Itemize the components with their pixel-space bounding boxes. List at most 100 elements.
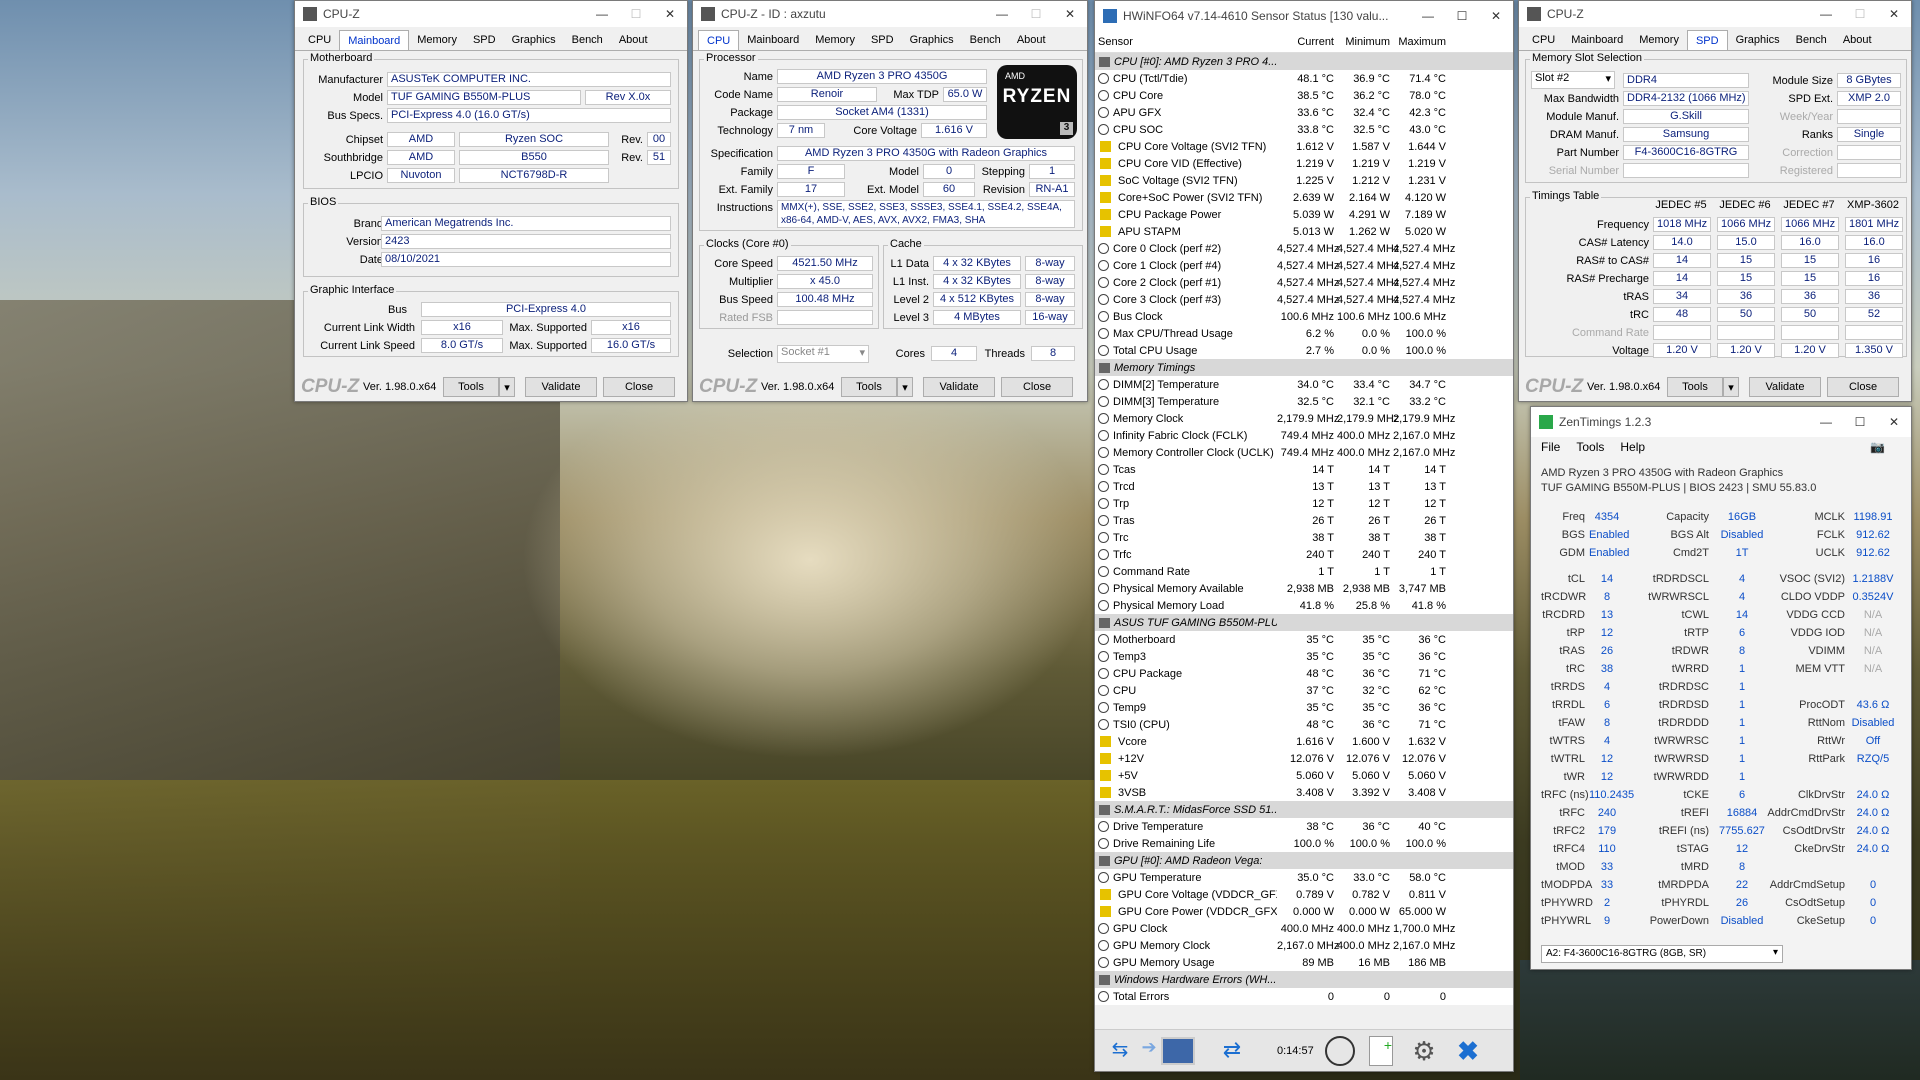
tab-bench[interactable]: Bench: [962, 30, 1009, 50]
sensor-row[interactable]: Core 0 Clock (perf #2) 4,527.4 MHz 4,527.4…: [1095, 240, 1513, 257]
sensor-row[interactable]: DIMM[3] Temperature 32.5 °C 32.1 °C 33.2 °C: [1095, 393, 1513, 410]
validate-button[interactable]: Validate: [1749, 377, 1821, 397]
sensor-section-row[interactable]: ASUS TUF GAMING B550M-PLU...: [1095, 614, 1513, 631]
maximize-icon[interactable]: ☐: [1445, 3, 1479, 29]
title-bar[interactable]: HWiNFO64 v7.14-4610 Sensor Status [130 v…: [1095, 1, 1513, 31]
sensor-row[interactable]: Temp3 35 °C 35 °C 36 °C: [1095, 648, 1513, 665]
title-bar[interactable]: CPU-Z — ☐ ✕: [1519, 1, 1911, 27]
sensor-row[interactable]: Drive Remaining Life 100.0 % 100.0 % 100.0 …: [1095, 835, 1513, 852]
sensor-row[interactable]: CPU SOC 33.8 °C 32.5 °C 43.0 °C: [1095, 121, 1513, 138]
sensor-row[interactable]: +5V 5.060 V 5.060 V 5.060 V: [1095, 767, 1513, 784]
sensor-row[interactable]: Core 2 Clock (perf #1) 4,527.4 MHz 4,527.4…: [1095, 274, 1513, 291]
sensor-row[interactable]: CPU Package 48 °C 36 °C 71 °C: [1095, 665, 1513, 682]
clock-icon[interactable]: [1325, 1035, 1355, 1066]
sensor-row[interactable]: GPU Temperature 35.0 °C 33.0 °C 58.0 °C: [1095, 869, 1513, 886]
sensor-row[interactable]: GPU Memory Clock 2,167.0 MHz 400.0 MHz 2,16…: [1095, 937, 1513, 954]
sensor-row[interactable]: Core+SoC Power (SVI2 TFN) 2.639 W 2.164 W 4…: [1095, 189, 1513, 206]
tab-bench[interactable]: Bench: [1788, 30, 1835, 50]
tools-dropdown-icon[interactable]: ▾: [1723, 377, 1739, 397]
sensor-row[interactable]: Vcore 1.616 V 1.600 V 1.632 V: [1095, 733, 1513, 750]
network-icon[interactable]: ⇄: [1213, 1037, 1251, 1065]
tab-about[interactable]: About: [1009, 30, 1054, 50]
camera-icon[interactable]: 📷: [1870, 440, 1885, 454]
menu-tools[interactable]: Tools: [1576, 440, 1604, 454]
sensor-row[interactable]: Core 3 Clock (perf #3) 4,527.4 MHz 4,527.4…: [1095, 291, 1513, 308]
sensor-section-row[interactable]: S.M.A.R.T.: MidasForce SSD 51...: [1095, 801, 1513, 818]
menu-help[interactable]: Help: [1620, 440, 1645, 454]
sensor-row[interactable]: APU STAPM 5.013 W 1.262 W 5.020 W: [1095, 223, 1513, 240]
sensor-row[interactable]: Bus Clock 100.6 MHz 100.6 MHz 100.6 MHz: [1095, 308, 1513, 325]
sensor-row[interactable]: SoC Voltage (SVI2 TFN) 1.225 V 1.212 V 1.23…: [1095, 172, 1513, 189]
sensor-row[interactable]: Memory Controller Clock (UCLK) 749.4 MHz 4…: [1095, 444, 1513, 461]
minimize-icon[interactable]: —: [1411, 3, 1445, 29]
close-icon[interactable]: ✕: [1877, 1, 1911, 27]
maximize-icon[interactable]: ☐: [1843, 1, 1877, 27]
sensor-row[interactable]: Motherboard 35 °C 35 °C 36 °C: [1095, 631, 1513, 648]
sensor-row[interactable]: Core 1 Clock (perf #4) 4,527.4 MHz 4,527.4…: [1095, 257, 1513, 274]
sensor-row[interactable]: TSI0 (CPU) 48 °C 36 °C 71 °C: [1095, 716, 1513, 733]
validate-button[interactable]: Validate: [525, 377, 597, 397]
tab-mainboard[interactable]: Mainboard: [339, 30, 410, 50]
minimize-icon[interactable]: —: [985, 1, 1019, 27]
sensor-row[interactable]: Memory Clock 2,179.9 MHz 2,179.9 MHz 2,179.…: [1095, 410, 1513, 427]
tab-spd[interactable]: SPD: [465, 30, 504, 50]
sensor-row[interactable]: Trp 12 T 12 T 12 T: [1095, 495, 1513, 512]
tab-graphics[interactable]: Graphics: [504, 30, 564, 50]
tab-mainboard[interactable]: Mainboard: [1563, 30, 1631, 50]
report-add-icon[interactable]: +: [1369, 1035, 1393, 1066]
sensor-section-row[interactable]: CPU [#0]: AMD Ryzen 3 PRO 4...: [1095, 53, 1513, 70]
close-sensors-icon[interactable]: ✖: [1453, 1036, 1483, 1066]
sensor-row[interactable]: Infinity Fabric Clock (FCLK) 749.4 MHz 400…: [1095, 427, 1513, 444]
sensor-row[interactable]: Max CPU/Thread Usage 6.2 % 0.0 % 100.0 %: [1095, 325, 1513, 342]
maximize-icon[interactable]: ☐: [1843, 409, 1877, 435]
col-minimum[interactable]: Minimum: [1337, 36, 1393, 48]
maximize-icon[interactable]: ☐: [1019, 1, 1053, 27]
tab-spd[interactable]: SPD: [863, 30, 902, 50]
tab-cpu[interactable]: CPU: [300, 30, 339, 50]
sensor-row[interactable]: 3VSB 3.408 V 3.392 V 3.408 V: [1095, 784, 1513, 801]
tab-mainboard[interactable]: Mainboard: [739, 30, 807, 50]
close-icon[interactable]: ✕: [1479, 3, 1513, 29]
sensor-row[interactable]: CPU 37 °C 32 °C 62 °C: [1095, 682, 1513, 699]
sensor-section-row[interactable]: GPU [#0]: AMD Radeon Vega:: [1095, 852, 1513, 869]
close-button[interactable]: Close: [1827, 377, 1899, 397]
tab-cpu[interactable]: CPU: [1524, 30, 1563, 50]
sensor-row[interactable]: Temp9 35 °C 35 °C 36 °C: [1095, 699, 1513, 716]
col-current[interactable]: Current: [1277, 36, 1337, 48]
close-button[interactable]: Close: [1001, 377, 1073, 397]
tools-button[interactable]: Tools: [841, 377, 897, 397]
tab-memory[interactable]: Memory: [409, 30, 465, 50]
minimize-icon[interactable]: —: [1809, 409, 1843, 435]
nav-back-forward-icon[interactable]: ⇆: [1103, 1037, 1137, 1065]
sensor-row[interactable]: Physical Memory Load 41.8 % 25.8 % 41.8 %: [1095, 597, 1513, 614]
minimize-icon[interactable]: —: [1809, 1, 1843, 27]
sensor-row[interactable]: CPU Core 38.5 °C 36.2 °C 78.0 °C: [1095, 87, 1513, 104]
col-maximum[interactable]: Maximum: [1393, 36, 1449, 48]
validate-button[interactable]: Validate: [923, 377, 995, 397]
close-button[interactable]: Close: [603, 377, 675, 397]
maximize-icon[interactable]: ☐: [619, 1, 653, 27]
tab-memory[interactable]: Memory: [807, 30, 863, 50]
tab-bench[interactable]: Bench: [564, 30, 611, 50]
sensor-row[interactable]: CPU (Tctl/Tdie) 48.1 °C 36.9 °C 71.4 °C: [1095, 70, 1513, 87]
tab-spd[interactable]: SPD: [1686, 30, 1728, 50]
title-bar[interactable]: CPU-Z - ID : axzutu — ☐ ✕: [693, 1, 1087, 27]
sensor-row[interactable]: Tras 26 T 26 T 26 T: [1095, 512, 1513, 529]
sensor-row[interactable]: CPU Core Voltage (SVI2 TFN) 1.612 V 1.587 …: [1095, 138, 1513, 155]
sensor-row[interactable]: +12V 12.076 V 12.076 V 12.076 V: [1095, 750, 1513, 767]
tab-graphics[interactable]: Graphics: [1728, 30, 1788, 50]
sensor-row[interactable]: Trcd 13 T 13 T 13 T: [1095, 478, 1513, 495]
sensor-row[interactable]: GPU Core Power (VDDCR_GFX) 0.000 W 0.000 W…: [1095, 903, 1513, 920]
sensor-row[interactable]: CPU Core VID (Effective) 1.219 V 1.219 V 1.…: [1095, 155, 1513, 172]
sensor-row[interactable]: GPU Clock 400.0 MHz 400.0 MHz 1,700.0 MHz: [1095, 920, 1513, 937]
sensor-row[interactable]: Total Errors 0 0 0: [1095, 988, 1513, 1005]
close-icon[interactable]: ✕: [1877, 409, 1911, 435]
close-icon[interactable]: ✕: [653, 1, 687, 27]
dimm-dropdown[interactable]: A2: F4-3600C16-8GTRG (8GB, SR) ▾: [1541, 945, 1783, 963]
sensor-row[interactable]: APU GFX 33.6 °C 32.4 °C 42.3 °C: [1095, 104, 1513, 121]
sensor-row[interactable]: GPU Memory Usage 89 MB 16 MB 186 MB: [1095, 954, 1513, 971]
sensor-row[interactable]: Total CPU Usage 2.7 % 0.0 % 100.0 %: [1095, 342, 1513, 359]
tab-cpu[interactable]: CPU: [698, 30, 740, 50]
slot-dropdown[interactable]: Slot #2 ▾: [1531, 71, 1615, 89]
sensor-row[interactable]: Tcas 14 T 14 T 14 T: [1095, 461, 1513, 478]
